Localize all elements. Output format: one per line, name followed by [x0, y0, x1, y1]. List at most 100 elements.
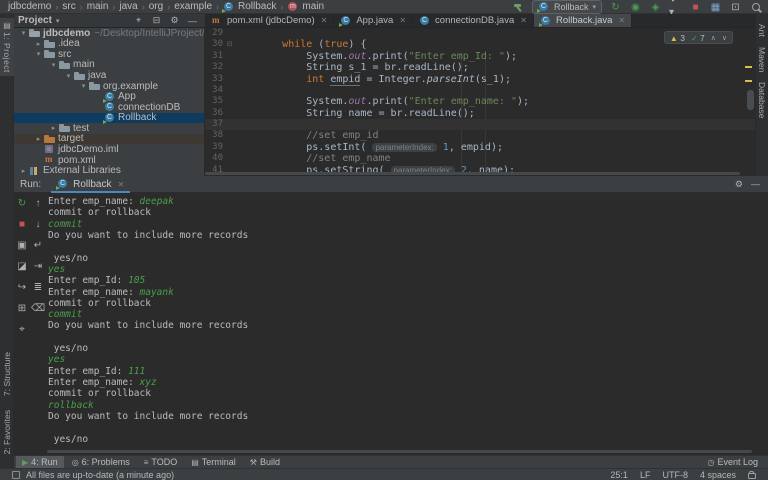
tree-item-main[interactable]: ▾main: [14, 60, 204, 71]
breadcrumb-item[interactable]: src: [62, 1, 75, 12]
tree-expander-icon[interactable]: ▾: [33, 50, 44, 58]
lock-icon[interactable]: [748, 473, 756, 479]
warning-stripe-mark[interactable]: [745, 80, 752, 82]
build-hammer-icon[interactable]: [512, 1, 525, 14]
close-icon[interactable]: ✕: [618, 16, 625, 25]
restore-layout-icon[interactable]: ⊞: [16, 302, 29, 315]
editor-tab[interactable]: connectionDB.java✕: [413, 14, 534, 27]
run-icon[interactable]: ↻: [609, 1, 622, 14]
tree-expander-icon[interactable]: ▸: [33, 40, 44, 48]
locate-file-icon[interactable]: ⌖: [132, 14, 145, 27]
tree-expander-icon[interactable]: ▾: [78, 82, 89, 90]
warning-stripe-mark[interactable]: [745, 66, 752, 68]
debug-icon[interactable]: ◉: [629, 1, 642, 14]
settings-gear-icon[interactable]: ⚙: [735, 179, 743, 190]
stripe-button-favorites[interactable]: 2: Favorites: [2, 410, 12, 454]
profiler-icon[interactable]: ◔ ▾: [669, 1, 682, 14]
editor-tab[interactable]: App.java✕: [334, 14, 413, 27]
settings-icon[interactable]: ⚙: [168, 14, 181, 27]
tree-item-target[interactable]: ▸target: [14, 134, 204, 145]
jump-to-source-icon[interactable]: ↪: [16, 281, 29, 294]
clear-all-icon[interactable]: ⌫: [32, 302, 45, 315]
run-config-selector[interactable]: Rollback ▾: [532, 0, 602, 14]
close-icon[interactable]: ✕: [520, 16, 527, 25]
breadcrumb-item[interactable]: jdbcdemo: [8, 1, 51, 12]
breadcrumb-item[interactable]: java: [119, 1, 137, 12]
toolwindow-tab-6-problems[interactable]: ◎6: Problems: [66, 456, 136, 469]
tree-expander-icon[interactable]: ▾: [48, 61, 59, 69]
toolwindow-tab-4-run[interactable]: ▶4: Run: [16, 456, 64, 469]
tree-expander-icon[interactable]: ▾: [63, 72, 74, 80]
dump-threads-icon[interactable]: ▣: [16, 239, 29, 252]
tree-item-test[interactable]: ▸test: [14, 123, 204, 134]
tree-item-jdbcdemo[interactable]: ▾jdbcdemo~/Desktop/IntelliJProject/jdbcd…: [14, 28, 204, 39]
run-console-tab[interactable]: Rollback ✕: [51, 176, 130, 193]
stripe-button-ant[interactable]: Ant: [757, 24, 767, 37]
prev-problem-icon[interactable]: ∧: [711, 34, 716, 42]
search-everywhere-icon[interactable]: [749, 1, 762, 14]
close-icon[interactable]: ✕: [399, 16, 406, 25]
tree-item-src[interactable]: ▾src: [14, 49, 204, 60]
project-structure-icon[interactable]: ▦: [709, 1, 722, 14]
stripe-button-structure[interactable]: 7: Structure: [2, 352, 12, 396]
tree-item-connectiondb[interactable]: connectionDB: [14, 102, 204, 113]
tree-item-java[interactable]: ▾java: [14, 70, 204, 81]
tree-item-app[interactable]: App: [14, 91, 204, 102]
tree-item-external-libraries[interactable]: ▸External Libraries: [14, 165, 204, 176]
breadcrumb-item[interactable]: example: [174, 1, 212, 12]
console-output[interactable]: Enter emp_name: deepakcommit or rollback…: [46, 193, 766, 449]
coverage-icon[interactable]: ◈: [649, 1, 662, 14]
editor-vertical-scrollbar[interactable]: [747, 90, 754, 110]
layout-icon[interactable]: ⊡: [729, 1, 742, 14]
scroll-to-end-icon[interactable]: ⇥: [32, 260, 45, 273]
tree-item-org-example[interactable]: ▾org.example: [14, 81, 204, 92]
breadcrumb-item[interactable]: main: [87, 1, 109, 12]
breadcrumb-item[interactable]: main: [287, 1, 324, 12]
tree-expander-icon[interactable]: ▾: [18, 29, 29, 37]
hide-panel-icon[interactable]: —: [186, 14, 199, 27]
tree-expander-icon[interactable]: ▸: [48, 124, 59, 132]
print-icon[interactable]: ≣: [32, 281, 45, 294]
line-separator[interactable]: LF: [640, 470, 651, 480]
stripe-button-maven[interactable]: Maven: [757, 47, 767, 73]
editor-horizontal-scrollbar[interactable]: [205, 172, 740, 175]
console-horizontal-scrollbar[interactable]: [47, 450, 752, 453]
coverage-icon[interactable]: ◪: [16, 260, 29, 273]
tree-item-jdbcdemo-iml[interactable]: jdbcDemo.iml: [14, 144, 204, 155]
close-icon[interactable]: ✕: [321, 16, 328, 25]
collapse-all-icon[interactable]: ⊟: [150, 14, 163, 27]
toolwindow-tab-todo[interactable]: ≡TODO: [138, 456, 184, 469]
soft-wrap-icon[interactable]: ↵: [32, 239, 45, 252]
toolwindow-tab-build[interactable]: ⚒Build: [244, 456, 286, 469]
pin-tab-icon[interactable]: ⌖: [16, 323, 29, 336]
up-stack-trace-icon[interactable]: ↑: [32, 197, 45, 210]
tree-expander-icon[interactable]: ▸: [33, 135, 44, 143]
breadcrumb-item[interactable]: Rollback: [223, 1, 276, 12]
rerun-icon[interactable]: ↻: [16, 197, 29, 210]
tree-item-pom-xml[interactable]: pom.xml: [14, 155, 204, 166]
project-panel-title[interactable]: Project: [18, 15, 52, 26]
next-problem-icon[interactable]: ∨: [722, 34, 727, 42]
close-icon[interactable]: ✕: [117, 180, 124, 189]
editor-tab[interactable]: Rollback.java✕: [534, 14, 632, 27]
minimize-icon[interactable]: —: [751, 179, 760, 190]
down-stack-trace-icon[interactable]: ↓: [32, 218, 45, 231]
editor-tab[interactable]: pom.xml (jdbcDemo)✕: [205, 14, 334, 27]
fold-marker-icon[interactable]: ⊟: [225, 39, 234, 50]
toolwindow-toggle-icon[interactable]: [12, 471, 20, 479]
tree-expander-icon[interactable]: ▸: [18, 167, 29, 175]
tree-item--idea[interactable]: ▸.idea: [14, 39, 204, 50]
stripe-button-database[interactable]: Database: [757, 82, 767, 118]
toolwindow-tab-terminal[interactable]: ▤Terminal: [185, 456, 242, 469]
indent-size[interactable]: 4 spaces: [700, 470, 736, 480]
code-editor[interactable]: 2930⊟ while (true) {31 System.out.print(…: [205, 28, 755, 176]
breadcrumb-item[interactable]: org: [149, 1, 163, 12]
stop-icon[interactable]: ■: [16, 218, 29, 231]
inspection-widget[interactable]: ▲ 3 ✓ 7 ∧ ∨: [664, 31, 733, 44]
tree-item-rollback[interactable]: Rollback: [14, 113, 204, 124]
stop-icon[interactable]: ■: [689, 1, 702, 14]
event-log-button[interactable]: ◷ Event Log: [707, 457, 768, 467]
stripe-button-project[interactable]: ▤ 1: Project: [0, 18, 14, 76]
file-encoding[interactable]: UTF-8: [662, 470, 688, 480]
caret-position[interactable]: 25:1: [610, 470, 628, 480]
